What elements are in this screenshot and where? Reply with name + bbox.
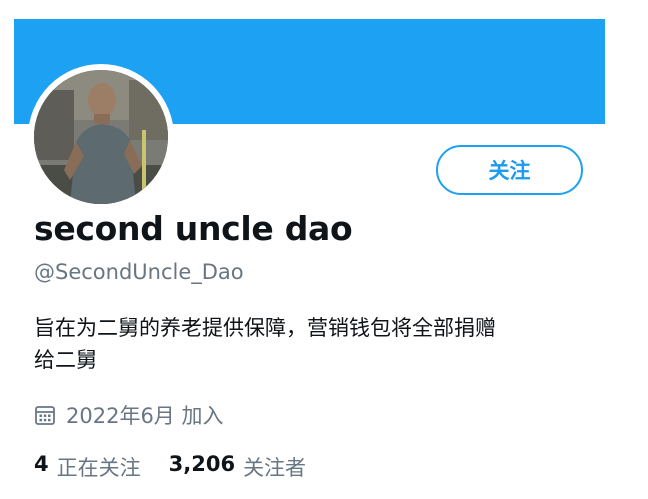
user-handle: @SecondUncle_Dao [34, 260, 244, 284]
followers-count: 3,206 [168, 452, 236, 476]
avatar-photo [34, 70, 168, 204]
avatar-frame [28, 64, 174, 210]
following-count: 4 [34, 452, 49, 476]
profile-stats: 4 正在关注 3,206 关注者 [34, 452, 306, 482]
following-link[interactable]: 4 正在关注 [34, 452, 141, 482]
followers-link[interactable]: 3,206 关注者 [169, 452, 306, 482]
join-date-text: 2022年6月 加入 [66, 404, 224, 428]
display-name: second uncle dao [34, 209, 353, 248]
bio-line: 旨在为二舅的养老提供保障，营销钱包将全部捐赠 [34, 316, 496, 340]
bio-line: 给二舅 [34, 348, 97, 372]
follow-button[interactable]: 关注 [436, 145, 583, 195]
join-date: 2022年6月 加入 [34, 400, 223, 430]
following-label: 正在关注 [56, 456, 141, 480]
follow-button-label: 关注 [488, 159, 531, 183]
followers-label: 关注者 [243, 456, 307, 480]
avatar[interactable] [34, 70, 168, 204]
calendar-icon [35, 406, 55, 425]
profile-bio: 旨在为二舅的养老提供保障，营销钱包将全部捐赠 给二舅 [34, 312, 594, 376]
